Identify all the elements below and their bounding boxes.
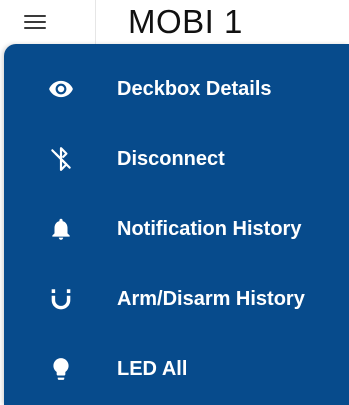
bell-icon xyxy=(48,216,74,242)
menu-button[interactable] xyxy=(0,0,96,44)
lightbulb-icon xyxy=(48,356,74,382)
app-bar: MOBI 1 xyxy=(0,0,349,44)
menu-item-label: Notification History xyxy=(117,217,302,240)
menu-item-label: LED All xyxy=(117,357,188,380)
menu-item-led-all[interactable]: LED All xyxy=(4,334,349,404)
hamburger-menu-icon xyxy=(24,15,48,29)
menu-item-label: Deckbox Details xyxy=(117,77,272,100)
menu-item-label: Disconnect xyxy=(117,147,225,170)
menu-item-label: Arm/Disarm History xyxy=(117,287,305,310)
menu-item-notification-history[interactable]: Notification History xyxy=(4,194,349,264)
page-title: MOBI 1 xyxy=(128,3,243,40)
navigation-menu: Deckbox Details Disconnect Notification … xyxy=(4,44,349,405)
eye-icon xyxy=(48,76,74,102)
bluetooth-disabled-icon xyxy=(48,146,74,172)
magnet-icon xyxy=(48,286,74,312)
menu-item-disconnect[interactable]: Disconnect xyxy=(4,124,349,194)
menu-item-arm-disarm-history[interactable]: Arm/Disarm History xyxy=(4,264,349,334)
menu-item-deckbox-details[interactable]: Deckbox Details xyxy=(4,54,349,124)
